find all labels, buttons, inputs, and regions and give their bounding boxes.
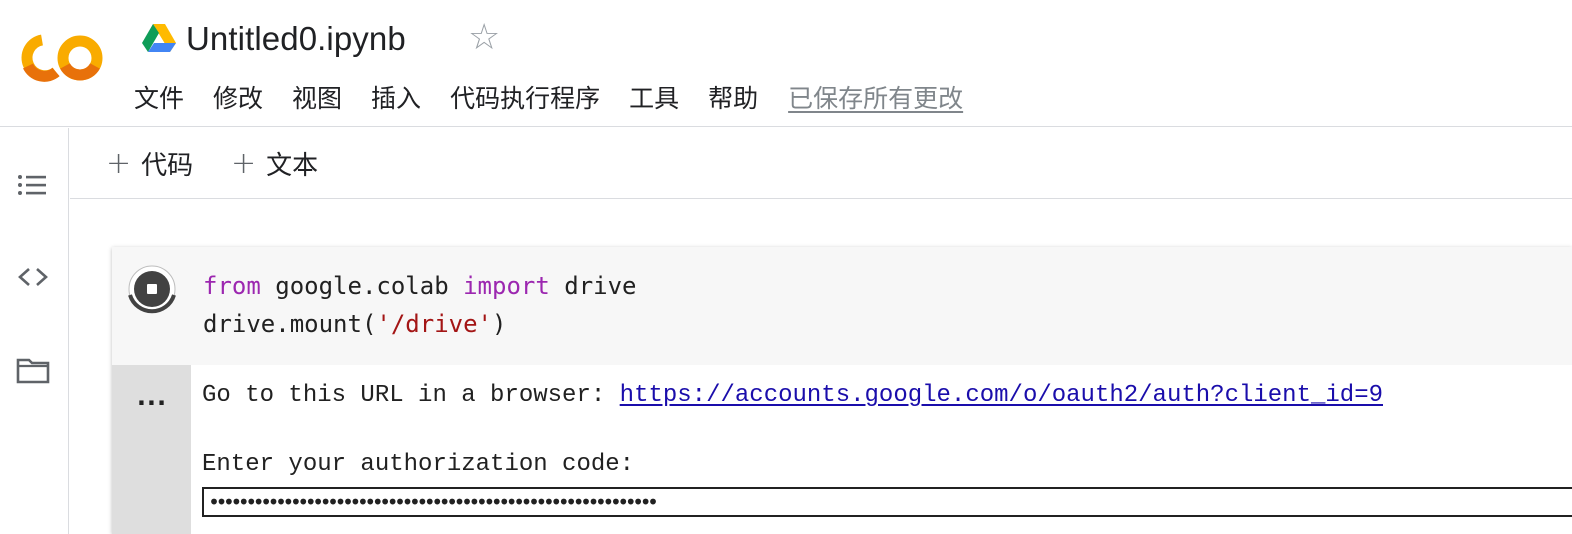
stop-icon	[147, 284, 157, 294]
header: Untitled0.ipynb ☆ 文件 修改 视图 插入 代码执行程序 工具 …	[0, 0, 1572, 127]
code-text: drive.mount(	[203, 310, 377, 338]
add-code-button[interactable]: + 代码	[106, 144, 193, 182]
code-text: drive	[549, 272, 637, 300]
code-string: '/drive'	[376, 310, 492, 338]
menu-file[interactable]: 文件	[134, 80, 184, 118]
menu-view[interactable]: 视图	[292, 80, 342, 118]
code-line-2: drive.mount('/drive')	[203, 307, 506, 341]
menu-bar: 文件 修改 视图 插入 代码执行程序 工具 帮助 已保存所有更改	[134, 79, 992, 119]
menu-runtime[interactable]: 代码执行程序	[450, 80, 600, 118]
add-text-button[interactable]: + 文本	[231, 144, 318, 182]
star-icon[interactable]: ☆	[468, 18, 502, 58]
code-cell[interactable]: from google.colab import drive drive.mou…	[112, 247, 1572, 534]
output-actions-icon[interactable]: ...	[134, 383, 170, 413]
output-gutter: ...	[112, 365, 191, 534]
add-code-label: 代码	[141, 150, 194, 181]
files-folder-icon[interactable]	[14, 353, 52, 387]
menu-insert[interactable]: 插入	[371, 80, 421, 118]
colab-logo[interactable]	[20, 30, 104, 86]
plus-icon: +	[106, 145, 132, 181]
output-url-prompt: Go to this URL in a browser:	[202, 382, 620, 409]
code-snippets-icon[interactable]	[14, 260, 52, 294]
code-keyword: import	[463, 272, 550, 300]
notebook-toolbar: + 代码 + 文本	[70, 128, 1572, 199]
menu-edit[interactable]: 修改	[213, 80, 263, 118]
oauth-url-link[interactable]: https://accounts.google.com/o/oauth2/aut…	[620, 382, 1383, 409]
code-text: )	[491, 310, 507, 338]
code-text: google.colab	[260, 272, 464, 300]
notebook-title[interactable]: Untitled0.ipynb	[186, 17, 406, 61]
save-status-link[interactable]: 已保存所有更改	[788, 80, 963, 118]
plus-icon: +	[231, 145, 257, 181]
code-editor[interactable]: from google.colab import drive drive.mou…	[112, 247, 1572, 365]
menu-help[interactable]: 帮助	[708, 80, 758, 118]
toc-icon[interactable]	[14, 168, 52, 202]
add-text-label: 文本	[266, 150, 319, 181]
left-rail	[0, 128, 69, 534]
stop-execution-button[interactable]	[124, 265, 180, 321]
authorization-code-input[interactable]: ••••••••••••••••••••••••••••••••••••••••…	[202, 487, 1572, 517]
google-drive-icon[interactable]	[142, 23, 176, 53]
menu-tools[interactable]: 工具	[629, 80, 679, 118]
output-code-prompt: Enter your authorization code:	[202, 451, 635, 478]
code-keyword: from	[203, 272, 261, 300]
output-url-line: Go to this URL in a browser: https://acc…	[202, 379, 1383, 413]
code-line-1: from google.colab import drive	[203, 269, 637, 303]
cell-output: Go to this URL in a browser: https://acc…	[191, 365, 1572, 534]
